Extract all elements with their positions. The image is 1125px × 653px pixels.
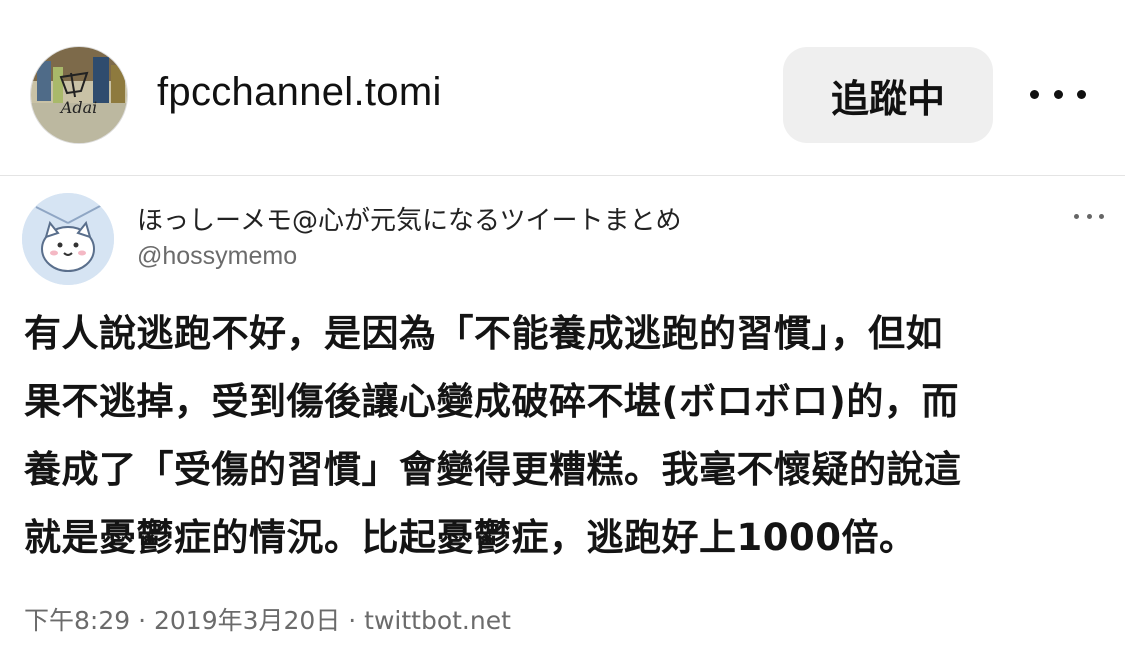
dot xyxy=(1030,89,1039,99)
avatar-signature: Adai xyxy=(59,98,97,117)
tweet-more-icon[interactable] xyxy=(1074,210,1104,222)
more-options-icon[interactable] xyxy=(1030,76,1086,112)
tweet-avatar xyxy=(22,193,114,285)
tweet-timestamp-source: 下午8:29 · 2019年3月20日 · twittbot.net xyxy=(24,606,511,635)
avatar-image: Adai xyxy=(31,47,127,143)
post-header: Adai fpcchannel.tomi 追蹤中 xyxy=(0,0,1125,176)
tweet-text-line: 果不逃掉，受到傷後讓心變成破碎不堪(ボロボロ)的，而 xyxy=(24,380,959,423)
tweet-text-line: 有人說逃跑不好，是因為「不能養成逃跑的習慣」，但如 xyxy=(24,312,943,355)
profile-avatar[interactable]: Adai xyxy=(30,46,128,144)
cat-avatar-icon xyxy=(22,193,114,285)
tweet-display-name[interactable]: ほっしーメモ@心が元気になるツイートまとめ xyxy=(137,200,681,237)
dot xyxy=(1053,89,1063,99)
username[interactable]: fpcchannel.tomi xyxy=(157,70,442,115)
tweet-text-line: 養成了「受傷的習慣」會變得更糟糕。我毫不懷疑的說這 xyxy=(24,448,962,491)
tweet-text-line: 就是憂鬱症的情況。比起憂鬱症，逃跑好上1000倍。 xyxy=(24,516,917,559)
following-button[interactable]: 追蹤中 xyxy=(783,47,993,143)
dot xyxy=(1077,89,1086,99)
tweet-text: 有人說逃跑不好，是因為「不能養成逃跑的習慣」，但如 果不逃掉，受到傷後讓心變成破… xyxy=(24,300,1109,572)
tweet-handle[interactable]: @hossymemo xyxy=(137,242,297,271)
dot xyxy=(1086,213,1092,219)
dot xyxy=(1074,213,1079,219)
dot xyxy=(1099,213,1104,219)
